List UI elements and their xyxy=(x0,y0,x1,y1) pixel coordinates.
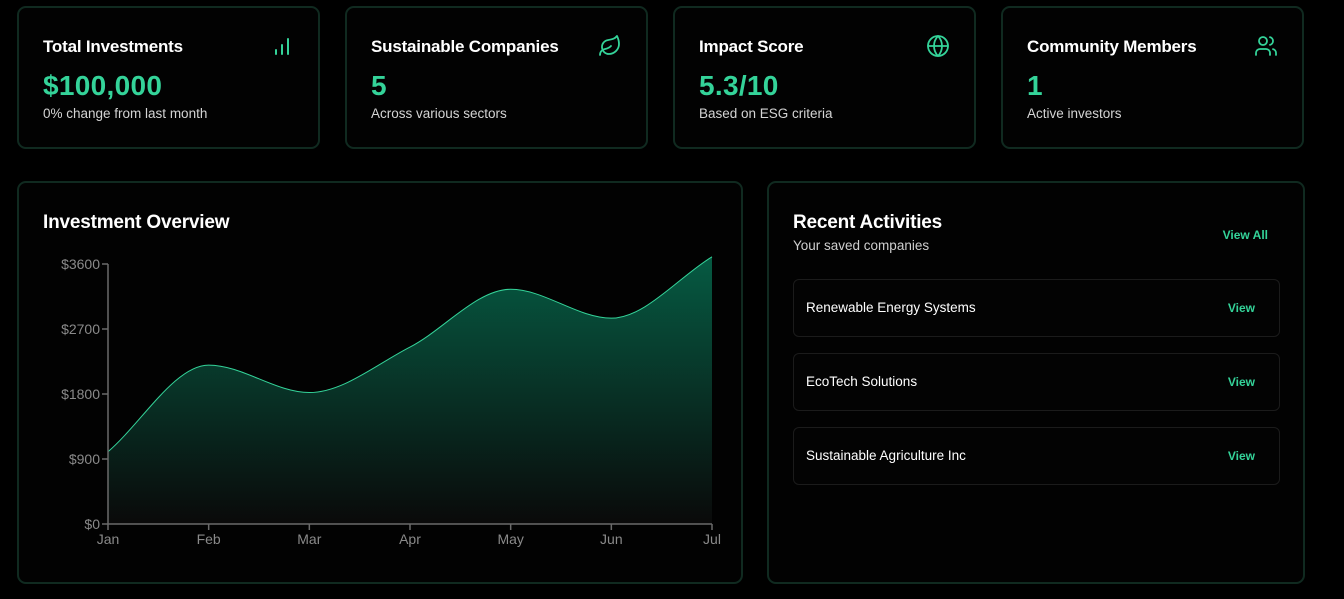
stat-card-sustainable-companies: Sustainable Companies 5 Across various s… xyxy=(345,6,648,149)
y-tick-label: $0 xyxy=(84,516,100,532)
x-tick-label: Mar xyxy=(297,531,321,547)
y-tick-label: $3600 xyxy=(61,256,100,272)
x-tick-label: Jul xyxy=(703,531,721,547)
stat-card-community-members: Community Members 1 Active investors xyxy=(1001,6,1304,149)
stat-title: Community Members xyxy=(1027,37,1197,56)
users-icon xyxy=(1255,36,1277,56)
x-tick-label: Feb xyxy=(197,531,221,547)
stat-value: $100,000 xyxy=(43,70,163,101)
stat-value: 1 xyxy=(1027,70,1043,101)
stat-subtitle: Active investors xyxy=(1027,106,1122,121)
activities-subtitle: Your saved companies xyxy=(793,238,930,253)
x-tick-label: Apr xyxy=(399,531,421,547)
stat-card-total-investments: Total Investments $100,000 0% change fro… xyxy=(17,6,320,149)
stat-title: Sustainable Companies xyxy=(371,37,559,56)
investment-overview-card: Investment Overview $0 $900 $1800 $2700 $360… xyxy=(17,181,743,584)
stat-subtitle: Across various sectors xyxy=(371,106,507,121)
activity-item: EcoTech Solutions View xyxy=(793,353,1280,411)
company-name: Sustainable Agriculture Inc xyxy=(806,448,966,463)
stat-card-impact-score: Impact Score 5.3/10 Based on ESG criteri… xyxy=(673,6,976,149)
stat-title: Impact Score xyxy=(699,37,804,56)
stat-value: 5 xyxy=(371,70,387,101)
view-company-button[interactable]: View xyxy=(1228,449,1255,463)
view-company-button[interactable]: View xyxy=(1228,375,1255,389)
area-fill xyxy=(108,256,712,524)
stat-title: Total Investments xyxy=(43,37,183,56)
view-company-button[interactable]: View xyxy=(1228,301,1255,315)
view-all-link[interactable]: View All xyxy=(1223,228,1268,242)
recent-activities-card: Recent Activities Your saved companies V… xyxy=(767,181,1305,584)
activity-item: Sustainable Agriculture Inc View xyxy=(793,427,1280,485)
investment-area-chart: $0 $900 $1800 $2700 $3600 Jan Feb Mar Apr May Jun J… xyxy=(61,256,721,547)
stat-subtitle: Based on ESG criteria xyxy=(699,106,833,121)
leaf-icon xyxy=(599,35,620,56)
x-tick-label: May xyxy=(497,531,523,547)
activity-item: Renewable Energy Systems View xyxy=(793,279,1280,337)
stat-value: 5.3/10 xyxy=(699,70,779,101)
company-name: Renewable Energy Systems xyxy=(806,300,976,315)
bar-chart-icon xyxy=(275,38,289,55)
globe-icon xyxy=(927,35,949,57)
y-tick-label: $1800 xyxy=(61,386,100,402)
activities-title: Recent Activities xyxy=(793,212,943,233)
stat-subtitle: 0% change from last month xyxy=(43,106,208,121)
y-tick-label: $2700 xyxy=(61,321,100,337)
company-name: EcoTech Solutions xyxy=(806,374,918,389)
x-tick-label: Jun xyxy=(600,531,623,547)
y-tick-label: $900 xyxy=(69,451,100,467)
x-tick-label: Jan xyxy=(97,531,120,547)
